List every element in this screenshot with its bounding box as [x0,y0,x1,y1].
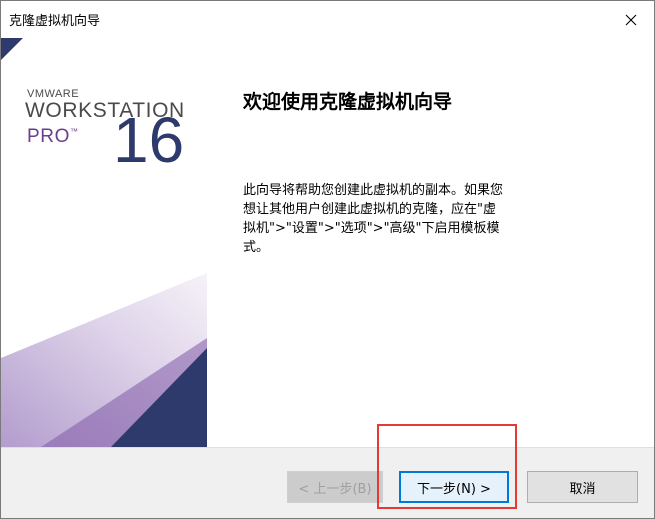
close-icon [625,14,637,25]
cancel-button[interactable]: 取消 [527,471,638,503]
clone-vm-wizard-window: 克隆虚拟机向导 VMWARE WORKSTATION PRO ™ 16 欢迎使用… [0,0,655,519]
next-button[interactable]: 下一步(N) > [399,471,509,503]
wizard-banner: VMWARE WORKSTATION PRO ™ 16 [1,38,223,447]
page-title: 欢迎使用克隆虚拟机向导 [243,91,453,113]
window-title: 克隆虚拟机向导 [9,14,101,29]
title-bar: 克隆虚拟机向导 [1,1,654,38]
wizard-description: 此向导将帮助您创建此虚拟机的副本。如果您想让其他用户创建此虚拟机的克隆，应在"虚… [243,183,504,255]
brand-trademark: ™ [70,127,78,136]
brand-version: 16 [113,104,185,176]
close-button[interactable] [608,1,654,38]
banner-corner-shape [1,38,23,60]
back-button[interactable]: < 上一步(B) [287,471,383,503]
brand-pro: PRO [27,126,70,147]
